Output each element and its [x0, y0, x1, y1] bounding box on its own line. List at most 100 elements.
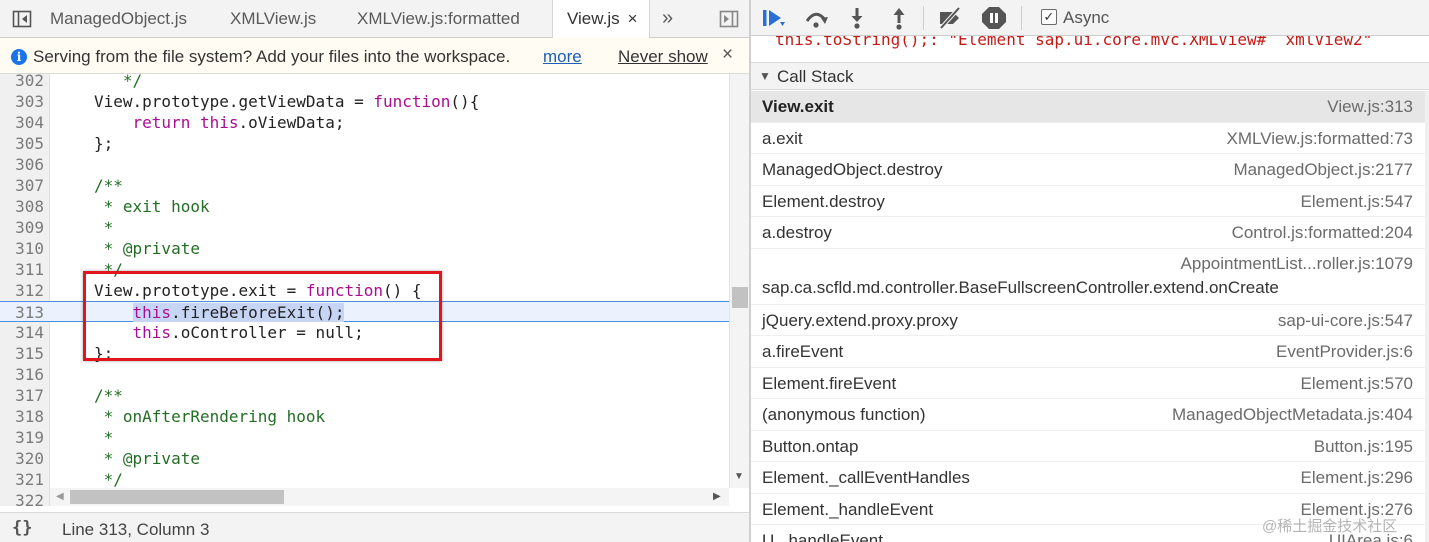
tab-active[interactable]: View.js × [552, 0, 650, 39]
code-line[interactable]: 321 */ [0, 469, 729, 490]
line-number[interactable]: 319 [0, 427, 44, 448]
line-number[interactable]: 318 [0, 406, 44, 427]
step-over-icon[interactable] [803, 6, 829, 30]
call-frame[interactable]: a.destroy Control.js:formatted:204 [751, 217, 1425, 249]
call-frame[interactable]: a.fireEvent EventProvider.js:6 [751, 336, 1425, 368]
code-comment: * [94, 428, 114, 447]
editor-horizontal-scrollbar[interactable]: ◀ ▶ [50, 488, 729, 506]
code-line[interactable]: 307 /** [0, 175, 729, 196]
code-line[interactable]: 316 [0, 364, 729, 385]
highlight-annotation-box [83, 271, 442, 361]
infobar-never-show-link[interactable]: Never show [618, 47, 708, 67]
code-line[interactable]: 305}; [0, 133, 729, 154]
call-frame[interactable]: Element.destroy Element.js:547 [751, 186, 1425, 217]
line-number[interactable]: 317 [0, 385, 44, 406]
call-frame-location-link[interactable]: Element.js:570 [1301, 374, 1413, 394]
pause-on-exceptions-icon[interactable] [981, 6, 1007, 30]
call-frame-location-link[interactable]: Control.js:formatted:204 [1232, 223, 1413, 243]
line-number[interactable]: 321 [0, 469, 44, 490]
line-number[interactable]: 309 [0, 217, 44, 238]
tab-label: XMLView.js:formatted [357, 9, 520, 28]
resume-icon[interactable] [760, 6, 786, 30]
line-number[interactable]: 308 [0, 196, 44, 217]
vertical-scrollbar-thumb[interactable] [732, 287, 748, 308]
line-number[interactable]: 316 [0, 364, 44, 385]
code-line[interactable]: 319 * [0, 427, 729, 448]
call-frame-name: Element.destroy [762, 191, 885, 211]
editor-status-bar: {} Line 313, Column 3 [0, 512, 749, 542]
line-number[interactable]: 322 [0, 490, 44, 506]
async-checkbox[interactable]: ✓ [1041, 9, 1057, 25]
call-frame-location-link[interactable]: Element.js:547 [1301, 192, 1413, 212]
tab-label: XMLView.js [230, 9, 317, 28]
call-frame[interactable]: ManagedObject.destroy ManagedObject.js:21… [751, 154, 1425, 186]
code-line[interactable]: 306 [0, 154, 729, 175]
deactivate-breakpoints-icon[interactable] [937, 6, 963, 30]
call-frame[interactable]: (anonymous function) ManagedObjectMetadat… [751, 399, 1425, 431]
pretty-print-button[interactable]: {} [12, 518, 32, 538]
call-frame-name: a.fireEvent [762, 342, 844, 361]
line-number[interactable]: 310 [0, 238, 44, 259]
call-stack-header[interactable]: ▼ Call Stack [751, 62, 1429, 90]
code-line[interactable]: 310 * @private [0, 238, 729, 259]
code-text: }; [94, 134, 114, 153]
line-number[interactable]: 306 [0, 154, 44, 175]
collapse-triangle-icon[interactable]: ▼ [759, 69, 771, 83]
code-line[interactable]: 320 * @private [0, 448, 729, 469]
line-number[interactable]: 302 [0, 74, 44, 91]
call-frame-location-link[interactable]: View.js:313 [1327, 97, 1413, 117]
toggle-navigator-icon[interactable] [12, 9, 32, 29]
line-number[interactable]: 320 [0, 448, 44, 469]
call-frame[interactable]: Element._callEventHandles Element.js:296 [751, 462, 1425, 494]
line-number[interactable]: 305 [0, 133, 44, 154]
code-comment: * [94, 218, 114, 237]
line-number[interactable]: 312 [0, 280, 44, 301]
line-number[interactable]: 313 [0, 302, 44, 323]
call-frame-location-link[interactable]: Button.js:195 [1314, 437, 1413, 457]
call-frame[interactable]: Element.fireEvent Element.js:570 [751, 368, 1425, 399]
tab-overflow-button[interactable]: » [662, 0, 673, 38]
scroll-down-arrow-icon[interactable]: ▼ [734, 471, 744, 482]
line-number[interactable]: 314 [0, 322, 44, 343]
scroll-right-arrow-icon[interactable]: ▶ [713, 491, 721, 502]
step-into-icon[interactable] [844, 6, 870, 30]
step-out-icon[interactable] [886, 6, 912, 30]
tab[interactable]: XMLView.js [216, 0, 341, 38]
tab-close-icon[interactable]: × [628, 0, 638, 38]
line-number[interactable]: 303 [0, 91, 44, 112]
tab[interactable]: ManagedObject.js [36, 0, 214, 38]
toggle-debugger-icon[interactable] [719, 9, 739, 29]
code-line[interactable]: 318 * onAfterRendering hook [0, 406, 729, 427]
infobar-more-link[interactable]: more [543, 47, 582, 67]
call-frame-selected[interactable]: View.exit View.js:313 [751, 91, 1425, 123]
line-number[interactable]: 304 [0, 112, 44, 133]
call-frame-location-link[interactable]: Element.js:296 [1301, 468, 1413, 488]
call-frame-location-link[interactable]: EventProvider.js:6 [1276, 342, 1413, 362]
code-line[interactable]: 303 View.prototype.getViewData = function… [0, 91, 729, 112]
editor-vertical-scrollbar[interactable]: ▼ [729, 74, 749, 488]
call-frame-location-link[interactable]: AppointmentList...roller.js:1079 [1181, 254, 1413, 274]
tab[interactable]: XMLView.js:formatted [343, 0, 550, 38]
call-frame-location-link[interactable]: ManagedObject.js:2177 [1233, 160, 1413, 180]
code-line[interactable]: 317 /** [0, 385, 729, 406]
code-line[interactable]: 308 * exit hook [0, 196, 729, 217]
code-line[interactable]: 302 */ [0, 74, 729, 91]
line-number[interactable]: 315 [0, 343, 44, 364]
call-frame[interactable]: jQuery.extend.proxy.proxy sap-ui-core.js:… [751, 305, 1425, 336]
infobar-close-icon[interactable]: × [722, 44, 733, 66]
line-number[interactable]: 311 [0, 259, 44, 280]
code-text: */ [94, 74, 142, 91]
horizontal-scrollbar-thumb[interactable] [70, 490, 284, 504]
call-frame[interactable]: sap.ca.scfld.md.controller.BaseFullscree… [751, 249, 1425, 305]
call-frame-name: Element._callEventHandles [762, 468, 970, 487]
call-frame[interactable]: Button.ontap Button.js:195 [751, 431, 1425, 462]
code-line[interactable]: 309 * [0, 217, 729, 238]
call-stack-scrollbar[interactable] [1425, 91, 1429, 542]
line-number[interactable]: 307 [0, 175, 44, 196]
call-frame-location-link[interactable]: sap-ui-core.js:547 [1278, 311, 1413, 331]
call-frame[interactable]: a.exit XMLView.js:formatted:73 [751, 123, 1425, 154]
call-frame-location-link[interactable]: ManagedObjectMetadata.js:404 [1172, 405, 1413, 425]
code-line[interactable]: 304 return this.oViewData; [0, 112, 729, 133]
call-frame-location-link[interactable]: XMLView.js:formatted:73 [1227, 129, 1413, 149]
scroll-left-arrow-icon[interactable]: ◀ [56, 491, 64, 502]
